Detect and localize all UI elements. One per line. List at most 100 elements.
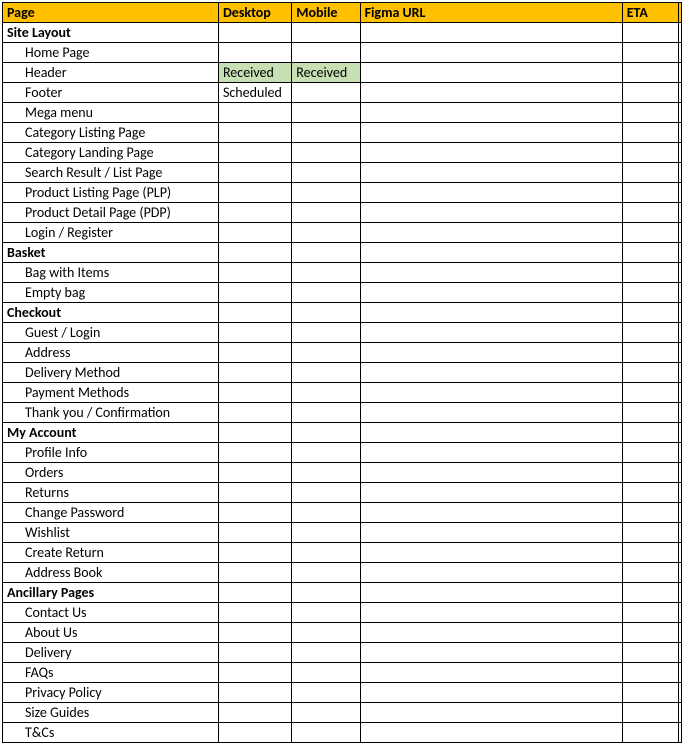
- page-label[interactable]: Mega menu: [3, 103, 219, 123]
- figma-cell[interactable]: [360, 683, 622, 703]
- mobile-cell[interactable]: [292, 303, 360, 323]
- eta-cell[interactable]: [622, 423, 678, 443]
- eta-cell[interactable]: [622, 643, 678, 663]
- eta-cell[interactable]: [622, 663, 678, 683]
- eta-cell[interactable]: [622, 323, 678, 343]
- desktop-cell[interactable]: [218, 543, 291, 563]
- figma-cell[interactable]: [360, 43, 622, 63]
- figma-cell[interactable]: [360, 403, 622, 423]
- figma-cell[interactable]: [360, 183, 622, 203]
- mobile-cell[interactable]: [292, 563, 360, 583]
- eta-cell[interactable]: [622, 223, 678, 243]
- eta-cell[interactable]: [622, 383, 678, 403]
- desktop-cell[interactable]: [218, 143, 291, 163]
- desktop-cell[interactable]: [218, 203, 291, 223]
- eta-cell[interactable]: [622, 583, 678, 603]
- mobile-cell[interactable]: Received: [292, 63, 360, 83]
- figma-cell[interactable]: [360, 363, 622, 383]
- section-label[interactable]: My Account: [3, 423, 219, 443]
- section-label[interactable]: Site Layout: [3, 23, 219, 43]
- page-label[interactable]: Orders: [3, 463, 219, 483]
- page-label[interactable]: About Us: [3, 623, 219, 643]
- desktop-cell[interactable]: [218, 123, 291, 143]
- mobile-cell[interactable]: [292, 123, 360, 143]
- page-label[interactable]: Delivery: [3, 643, 219, 663]
- header-eta[interactable]: ETA: [622, 3, 678, 23]
- mobile-cell[interactable]: [292, 203, 360, 223]
- page-label[interactable]: Address: [3, 343, 219, 363]
- mobile-cell[interactable]: [292, 323, 360, 343]
- desktop-cell[interactable]: [218, 463, 291, 483]
- figma-cell[interactable]: [360, 383, 622, 403]
- desktop-cell[interactable]: [218, 663, 291, 683]
- page-label[interactable]: Privacy Policy: [3, 683, 219, 703]
- mobile-cell[interactable]: [292, 183, 360, 203]
- eta-cell[interactable]: [622, 83, 678, 103]
- header-desktop[interactable]: Desktop: [218, 3, 291, 23]
- header-figma[interactable]: Figma URL: [360, 3, 622, 23]
- eta-cell[interactable]: [622, 543, 678, 563]
- mobile-cell[interactable]: [292, 43, 360, 63]
- mobile-cell[interactable]: [292, 543, 360, 563]
- figma-cell[interactable]: [360, 103, 622, 123]
- figma-cell[interactable]: [360, 123, 622, 143]
- figma-cell[interactable]: [360, 503, 622, 523]
- desktop-cell[interactable]: [218, 383, 291, 403]
- desktop-cell[interactable]: [218, 23, 291, 43]
- eta-cell[interactable]: [622, 463, 678, 483]
- page-label[interactable]: Bag with Items: [3, 263, 219, 283]
- desktop-cell[interactable]: [218, 583, 291, 603]
- eta-cell[interactable]: [622, 343, 678, 363]
- desktop-cell[interactable]: [218, 43, 291, 63]
- mobile-cell[interactable]: [292, 383, 360, 403]
- figma-cell[interactable]: [360, 523, 622, 543]
- desktop-cell[interactable]: [218, 323, 291, 343]
- desktop-cell[interactable]: [218, 283, 291, 303]
- figma-cell[interactable]: [360, 583, 622, 603]
- section-label[interactable]: Basket: [3, 243, 219, 263]
- desktop-cell[interactable]: [218, 243, 291, 263]
- figma-cell[interactable]: [360, 423, 622, 443]
- desktop-cell[interactable]: [218, 643, 291, 663]
- desktop-cell[interactable]: [218, 163, 291, 183]
- desktop-cell[interactable]: [218, 703, 291, 723]
- mobile-cell[interactable]: [292, 423, 360, 443]
- eta-cell[interactable]: [622, 203, 678, 223]
- figma-cell[interactable]: [360, 443, 622, 463]
- desktop-cell[interactable]: [218, 443, 291, 463]
- figma-cell[interactable]: [360, 303, 622, 323]
- mobile-cell[interactable]: [292, 703, 360, 723]
- figma-cell[interactable]: [360, 283, 622, 303]
- page-label[interactable]: Category Listing Page: [3, 123, 219, 143]
- mobile-cell[interactable]: [292, 643, 360, 663]
- mobile-cell[interactable]: [292, 83, 360, 103]
- desktop-cell[interactable]: [218, 263, 291, 283]
- eta-cell[interactable]: [622, 703, 678, 723]
- desktop-cell[interactable]: [218, 503, 291, 523]
- page-label[interactable]: Footer: [3, 83, 219, 103]
- mobile-cell[interactable]: [292, 723, 360, 743]
- mobile-cell[interactable]: [292, 243, 360, 263]
- desktop-cell[interactable]: [218, 723, 291, 743]
- eta-cell[interactable]: [622, 283, 678, 303]
- mobile-cell[interactable]: [292, 403, 360, 423]
- mobile-cell[interactable]: [292, 263, 360, 283]
- desktop-cell[interactable]: [218, 423, 291, 443]
- mobile-cell[interactable]: [292, 503, 360, 523]
- mobile-cell[interactable]: [292, 523, 360, 543]
- figma-cell[interactable]: [360, 663, 622, 683]
- eta-cell[interactable]: [622, 163, 678, 183]
- mobile-cell[interactable]: [292, 343, 360, 363]
- header-mobile[interactable]: Mobile: [292, 3, 360, 23]
- figma-cell[interactable]: [360, 623, 622, 643]
- page-label[interactable]: Product Listing Page (PLP): [3, 183, 219, 203]
- eta-cell[interactable]: [622, 123, 678, 143]
- figma-cell[interactable]: [360, 243, 622, 263]
- mobile-cell[interactable]: [292, 603, 360, 623]
- desktop-cell[interactable]: [218, 483, 291, 503]
- eta-cell[interactable]: [622, 23, 678, 43]
- page-label[interactable]: Create Return: [3, 543, 219, 563]
- eta-cell[interactable]: [622, 403, 678, 423]
- figma-cell[interactable]: [360, 203, 622, 223]
- desktop-cell[interactable]: [218, 403, 291, 423]
